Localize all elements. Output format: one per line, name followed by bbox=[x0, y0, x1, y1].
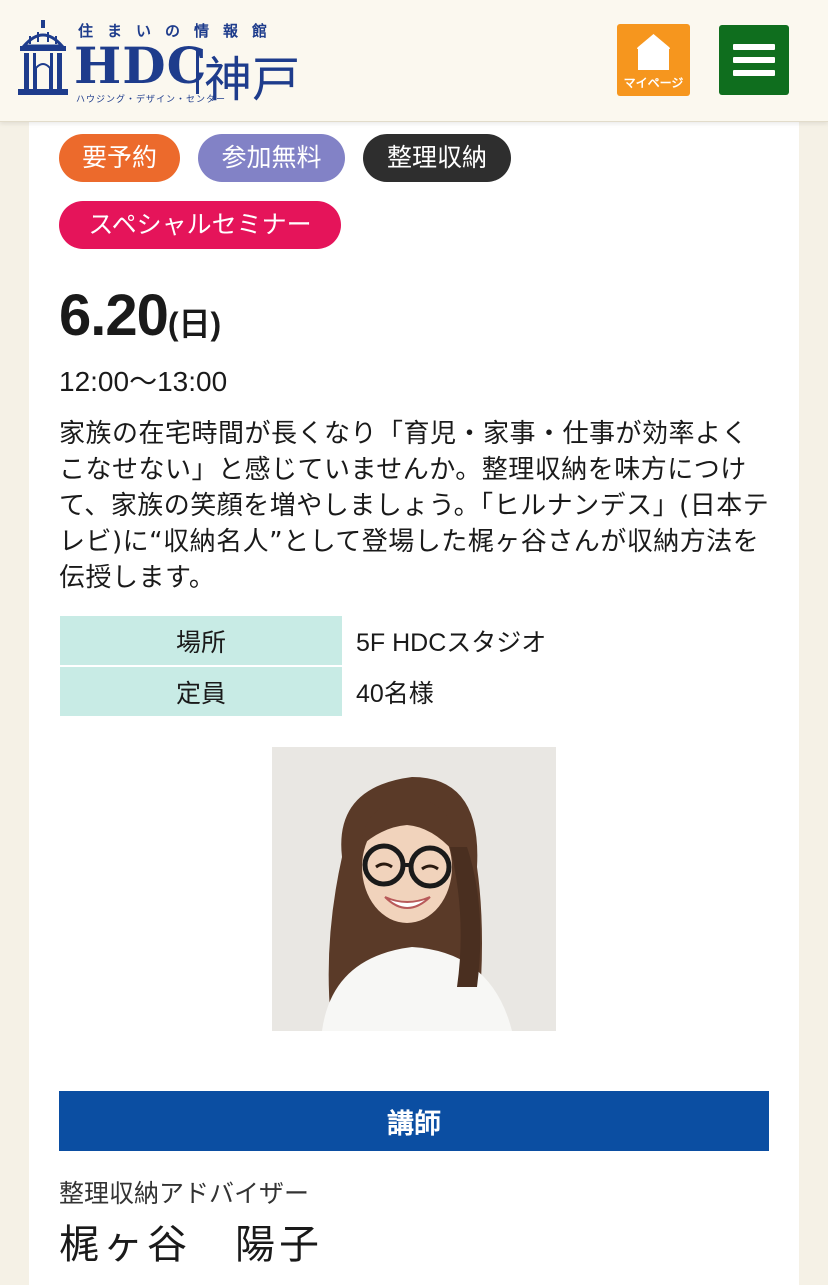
info-value: 40名様 bbox=[356, 679, 434, 708]
logo-subtitle: ハウジング・デザイン・センター bbox=[76, 95, 227, 105]
mypage-label: マイページ bbox=[623, 76, 684, 90]
event-date: 6.20(日) bbox=[59, 282, 221, 349]
site-logo[interactable]: 住まいの情報館 HDC 神戸 ハウジング・デザイン・センター bbox=[18, 18, 318, 108]
event-info-table: 場所 5F HDCスタジオ 定員 40名様 bbox=[60, 616, 770, 718]
hamburger-menu-icon bbox=[733, 57, 775, 63]
event-time: 12:00〜13:00 bbox=[59, 366, 228, 397]
event-card: 要予約 参加無料 整理収納 スペシャルセミナー 6.20(日) 12:00〜13… bbox=[29, 122, 799, 1285]
hamburger-menu-icon bbox=[733, 70, 775, 76]
tag-special-seminar: スペシャルセミナー bbox=[59, 201, 341, 249]
lecturer-name: 梶ヶ谷 陽子 bbox=[59, 1222, 323, 1268]
lecturer-job-title: 整理収納アドバイザー bbox=[59, 1179, 310, 1208]
tag-category-storage: 整理収納 bbox=[363, 134, 511, 182]
logo-divider bbox=[196, 48, 199, 94]
menu-button[interactable] bbox=[719, 25, 789, 95]
info-label: 定員 bbox=[60, 667, 342, 716]
tag-reservation-required: 要予約 bbox=[59, 134, 180, 182]
site-header: 住まいの情報館 HDC 神戸 ハウジング・デザイン・センター マイページ bbox=[0, 0, 828, 122]
event-weekday: (日) bbox=[167, 306, 222, 342]
logo-wordmark: HDC bbox=[74, 36, 208, 95]
lecturer-section-header: 講師 bbox=[59, 1091, 769, 1151]
lecturer-portrait bbox=[272, 747, 556, 1031]
pavilion-logo-icon bbox=[18, 20, 68, 95]
event-description: 家族の在宅時間が長くなり「育児・家事・仕事が効率よくこなせない」と感じていません… bbox=[59, 419, 770, 593]
lecturer-photo bbox=[272, 747, 556, 1031]
info-row-venue: 場所 5F HDCスタジオ bbox=[60, 616, 770, 665]
info-label: 場所 bbox=[60, 616, 342, 665]
info-row-capacity: 定員 40名様 bbox=[60, 667, 770, 716]
event-date-number: 6.20 bbox=[59, 283, 169, 348]
hamburger-menu-icon bbox=[733, 44, 775, 50]
info-value: 5F HDCスタジオ bbox=[356, 628, 547, 657]
house-icon bbox=[637, 34, 670, 70]
tag-free-admission: 参加無料 bbox=[198, 134, 345, 182]
mypage-button[interactable]: マイページ bbox=[617, 24, 690, 96]
